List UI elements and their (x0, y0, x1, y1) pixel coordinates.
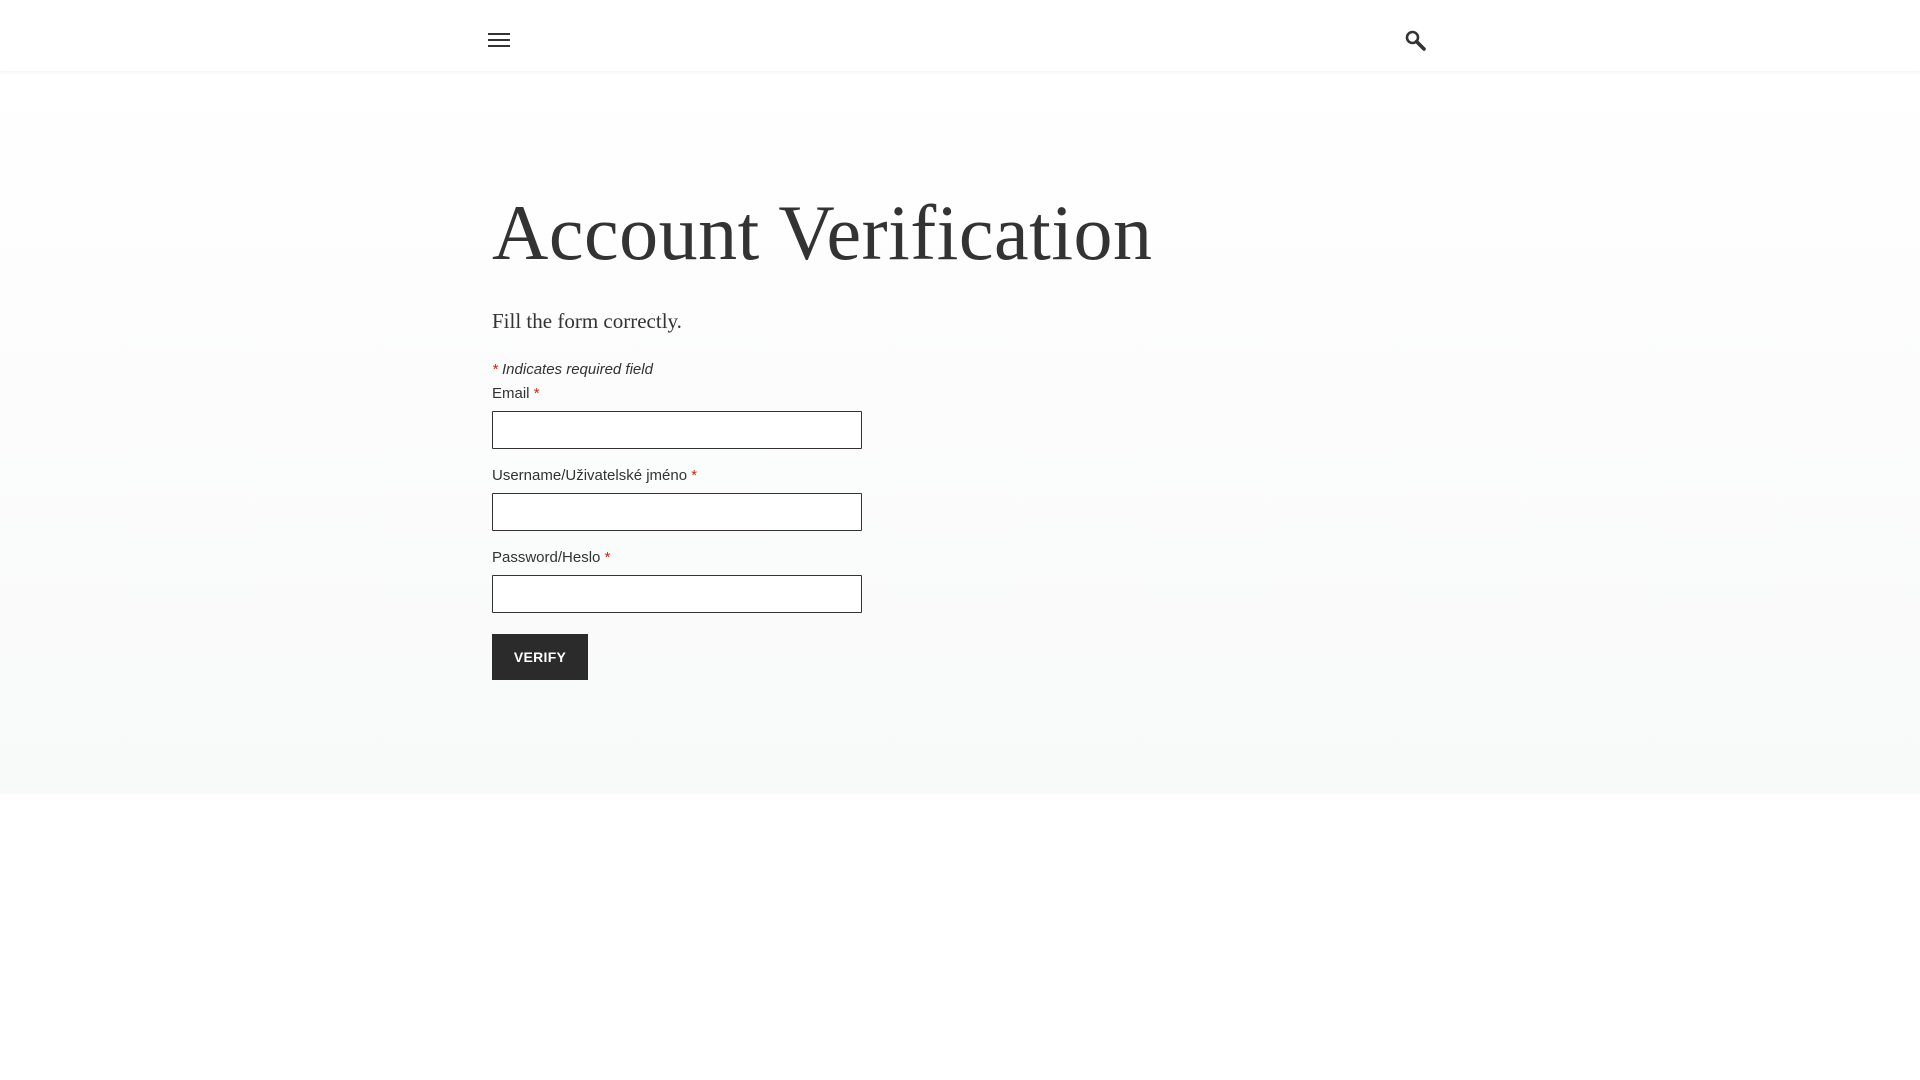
password-label-text: Password/Heslo (492, 549, 601, 566)
username-field[interactable] (492, 493, 862, 531)
username-label-text: Username/Uživatelské jméno (492, 467, 688, 484)
password-required-asterisk: * (604, 549, 611, 566)
search-icon (1405, 30, 1426, 51)
email-label: Email * (492, 385, 540, 402)
page-title: Account Verification (492, 189, 1153, 276)
required-note-text: Indicates required field (497, 361, 653, 378)
required-field-note: * Indicates required field (492, 361, 653, 378)
password-label: Password/Heslo * (492, 549, 610, 566)
email-required-asterisk: * (533, 385, 540, 402)
username-label: Username/Uživatelské jméno * (492, 467, 697, 484)
search-button[interactable] (1400, 26, 1432, 58)
hamburger-menu-icon (488, 33, 510, 47)
email-field[interactable] (492, 411, 862, 449)
email-label-text: Email (492, 385, 530, 402)
hero-section: Account Verification Fill the form corre… (0, 71, 1920, 794)
site-header (0, 0, 1920, 71)
intro-text: Fill the form correctly. (492, 309, 682, 333)
verify-button[interactable]: VERIFY (492, 634, 588, 680)
username-required-asterisk: * (691, 467, 698, 484)
menu-button[interactable] (488, 28, 516, 52)
password-field[interactable] (492, 575, 862, 613)
